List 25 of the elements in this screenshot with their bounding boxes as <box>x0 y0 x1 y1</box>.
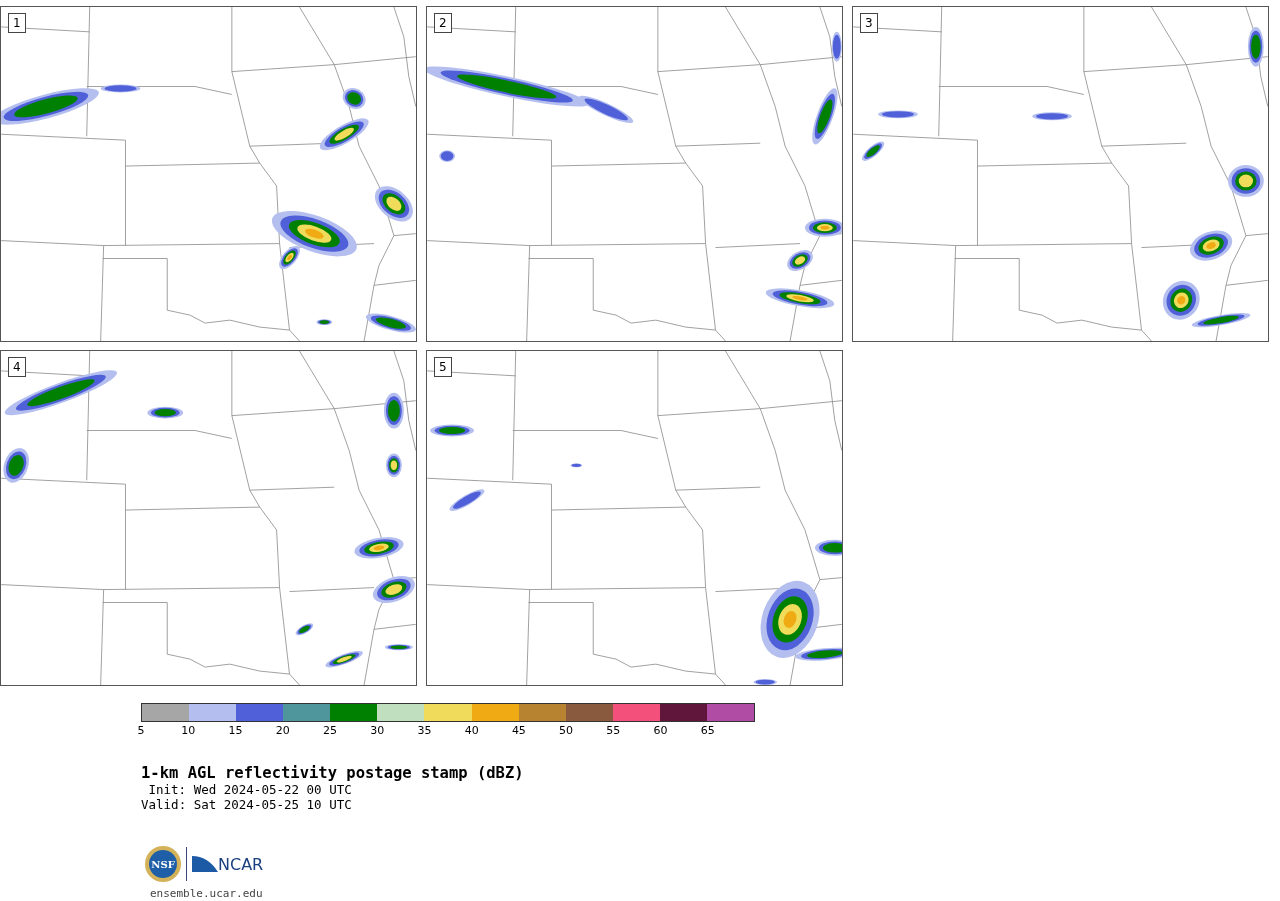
tick-label: 5 <box>137 725 145 737</box>
tick-label: 60 <box>653 725 668 737</box>
tick-label: 55 <box>606 725 621 737</box>
swoosh-icon <box>192 854 218 874</box>
tick-label: 30 <box>370 725 385 737</box>
init-time: Init: Wed 2024-05-22 00 UTC <box>147 782 353 797</box>
ncar-logo: NCAR <box>192 854 264 874</box>
tick-label: 15 <box>228 725 243 737</box>
panel-number: 2 <box>434 13 452 33</box>
tick-label: 40 <box>464 725 479 737</box>
panel-number: 1 <box>8 13 26 33</box>
tick-label: 45 <box>511 725 526 737</box>
tick-label: 20 <box>275 725 290 737</box>
valid-time: Valid: Sat 2024-05-25 10 UTC <box>141 797 353 812</box>
panel-number: 5 <box>434 357 452 377</box>
tick-label: 35 <box>417 725 432 737</box>
nsf-logo: NSF <box>145 846 181 882</box>
plot-title: 1-km AGL reflectivity postage stamp (dBZ) <box>141 764 525 782</box>
panel-number: 4 <box>8 357 26 377</box>
tick-label: 50 <box>559 725 574 737</box>
tick-label: 25 <box>322 725 337 737</box>
tick-label: 65 <box>700 725 715 737</box>
website-url: ensemble.ucar.edu <box>150 886 264 901</box>
tick-label: 10 <box>181 725 196 737</box>
panel-number: 3 <box>860 13 878 33</box>
